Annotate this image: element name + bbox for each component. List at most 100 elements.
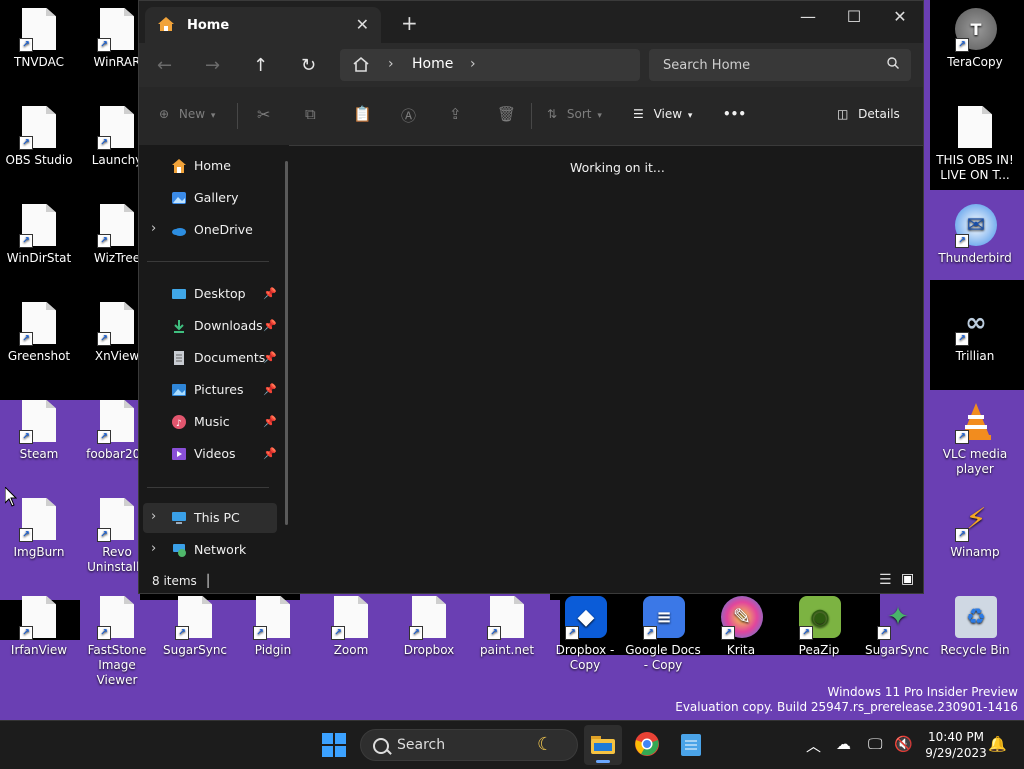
taskbar-search-box[interactable]: Search ☾: [360, 729, 578, 761]
desktop-icon-teracopy[interactable]: T ↗ TeraCopy: [936, 8, 1014, 70]
desktop-icon-irfanview[interactable]: ↗ IrfanView: [0, 596, 78, 658]
desktop-icon-winamp[interactable]: ⚡ ↗ Winamp: [936, 498, 1014, 560]
windows-start-icon[interactable]: [322, 733, 346, 757]
desktop-icon-thunderbird[interactable]: ✉ ↗ Thunderbird: [936, 204, 1014, 266]
address-bar-row: ← → ↑ ↻ › Home ›: [139, 43, 923, 87]
pictures-icon: [172, 384, 186, 396]
share-icon[interactable]: ⇪: [449, 105, 462, 123]
rename-icon[interactable]: Ⓐ: [401, 105, 416, 126]
file-explorer-taskbar-icon[interactable]: [584, 725, 622, 765]
nav-item-desktop[interactable]: Desktop 📌: [143, 279, 277, 309]
maximize-button[interactable]: ☐: [831, 7, 877, 27]
desktop-icon-dropbox[interactable]: ↗ Dropbox: [390, 596, 468, 658]
taskbar: Search ☾ ︿ ☁ 🖵 🔇 10:40 PM 9/29/2023 🔔: [0, 720, 1024, 769]
close-button[interactable]: ✕: [877, 7, 923, 27]
desktop-icon-krita[interactable]: ✎ ↗ Krita: [702, 596, 780, 658]
breadcrumb-home[interactable]: Home: [412, 56, 453, 72]
nav-item-gallery[interactable]: Gallery: [143, 183, 277, 213]
item-count: 8 items │: [152, 574, 212, 588]
forward-arrow-icon[interactable]: →: [205, 55, 220, 76]
tab-label: Home: [187, 18, 230, 33]
file-icon: ↗: [97, 302, 137, 346]
desktop-icon-label: Winamp: [950, 545, 1000, 559]
desktop-icon-trillian[interactable]: ∞ ↗ Trillian: [936, 302, 1014, 364]
cut-icon[interactable]: ✂: [257, 105, 270, 124]
desktop-icon-steam[interactable]: ↗ Steam: [0, 400, 78, 462]
tiles-view-icon[interactable]: ▣: [901, 571, 914, 587]
sort-button[interactable]: ⇅ Sort ▾: [547, 107, 602, 121]
desktop-icon-sugarsync[interactable]: ↗ SugarSync: [156, 596, 234, 658]
teracopy-icon: T ↗: [955, 8, 997, 52]
desktop-icon-pidgin[interactable]: ↗ Pidgin: [234, 596, 312, 658]
desktop-icon-windirstat[interactable]: ↗ WinDirStat: [0, 204, 78, 266]
nav-item-downloads[interactable]: Downloads 📌: [143, 311, 277, 341]
desktop-icon-vlc[interactable]: ↗ VLC media player: [936, 400, 1014, 477]
nav-item-videos[interactable]: Videos 📌: [143, 439, 277, 469]
desktop-icon-label: Pidgin: [254, 643, 292, 657]
chevron-right-icon[interactable]: ›: [151, 541, 156, 556]
desktop-icon-label: Dropbox: [403, 643, 455, 657]
file-icon: ↗: [97, 204, 137, 248]
desktop-icon-sugarsync-2[interactable]: ✦ ↗ SugarSync: [858, 596, 936, 658]
paste-icon[interactable]: 📋: [353, 105, 372, 123]
pin-icon[interactable]: 📌: [263, 383, 277, 396]
tab-close-icon[interactable]: ✕: [356, 15, 369, 34]
file-icon: ↗: [487, 596, 527, 640]
nav-scrollbar[interactable]: [285, 161, 288, 525]
desktop-icon-tnvdac[interactable]: ↗ TNVDAC: [0, 8, 78, 70]
chrome-icon[interactable]: [634, 731, 660, 757]
thunderbird-icon: ✉ ↗: [955, 204, 997, 248]
desktop-icon-paint-net[interactable]: ↗ paint.net: [468, 596, 546, 658]
details-button[interactable]: ◫ Details: [837, 107, 900, 121]
desktop-icon-obs-txt[interactable]: THIS OBS IN! LIVE ON T...: [936, 106, 1014, 183]
pin-icon[interactable]: 📌: [263, 319, 277, 332]
notification-bell-icon[interactable]: 🔔: [988, 735, 1007, 753]
new-button[interactable]: ⊕ New ▾: [159, 107, 215, 121]
back-arrow-icon[interactable]: ←: [157, 55, 172, 76]
desktop-icon-faststone[interactable]: ↗ FastStone Image Viewer: [78, 596, 156, 688]
chevron-right-icon[interactable]: ›: [388, 56, 394, 72]
tab-home[interactable]: Home ✕: [145, 7, 381, 43]
more-options-button[interactable]: •••: [723, 107, 746, 121]
desktop-icon-label: Greenshot: [7, 349, 71, 363]
nav-item-documents[interactable]: Documents 📌: [143, 343, 277, 373]
desktop-icon-imgburn[interactable]: ↗ ImgBurn: [0, 498, 78, 560]
nav-item-this-pc[interactable]: › This PC: [143, 503, 277, 533]
details-view-icon[interactable]: ☰: [879, 572, 892, 588]
delete-icon[interactable]: 🗑: [497, 105, 516, 123]
refresh-icon[interactable]: ↻: [301, 55, 316, 76]
desktop-icon-obs-studio[interactable]: ↗ OBS Studio: [0, 106, 78, 168]
nav-item-onedrive[interactable]: › OneDrive: [143, 215, 277, 245]
desktop-icon-recycle-bin[interactable]: ♻ Recycle Bin: [936, 596, 1014, 658]
nav-item-music[interactable]: ♪ Music 📌: [143, 407, 277, 437]
desktop-icon-zoom[interactable]: ↗ Zoom: [312, 596, 390, 658]
search-input[interactable]: [649, 49, 911, 81]
minimize-button[interactable]: —: [785, 7, 831, 27]
chevron-up-icon[interactable]: ︿: [806, 735, 821, 756]
desktop-icon-peazip[interactable]: ◉ ↗ PeaZip: [780, 596, 858, 658]
pin-icon[interactable]: 📌: [263, 287, 277, 300]
desktop-icon-greenshot[interactable]: ↗ Greenshot: [0, 302, 78, 364]
chevron-right-icon[interactable]: ›: [151, 221, 156, 236]
pin-icon[interactable]: 📌: [263, 415, 277, 428]
nav-divider: [147, 261, 269, 262]
desktop-icon-dropbox-copy[interactable]: ◆ ↗ Dropbox - Copy: [546, 596, 624, 673]
breadcrumb[interactable]: › Home ›: [340, 49, 640, 81]
chevron-right-icon[interactable]: ›: [151, 509, 156, 524]
chevron-right-icon[interactable]: ›: [470, 56, 476, 72]
nav-item-home[interactable]: Home: [143, 151, 277, 181]
nav-item-network[interactable]: › Network: [143, 535, 277, 565]
new-tab-button[interactable]: +: [401, 13, 418, 33]
content-area: Working on it...: [295, 145, 923, 569]
up-arrow-icon[interactable]: ↑: [253, 55, 268, 76]
command-bar: ⊕ New ▾ ✂ ⧉ 📋 Ⓐ ⇪ 🗑 ⇅ Sort ▾ ☰ View ▾ ••…: [139, 87, 923, 146]
copy-icon[interactable]: ⧉: [305, 105, 316, 123]
nav-item-pictures[interactable]: Pictures 📌: [143, 375, 277, 405]
network-tray-icon[interactable]: 🖵: [868, 735, 882, 753]
desktop-icon-google-docs-copy[interactable]: ≡ ↗ Google Docs - Copy: [624, 596, 702, 673]
pin-icon[interactable]: 📌: [263, 351, 277, 364]
onedrive-tray-icon[interactable]: ☁: [836, 735, 851, 753]
notepad-icon[interactable]: [680, 731, 702, 757]
view-button[interactable]: ☰ View ▾: [633, 107, 692, 121]
pin-icon[interactable]: 📌: [263, 447, 277, 460]
